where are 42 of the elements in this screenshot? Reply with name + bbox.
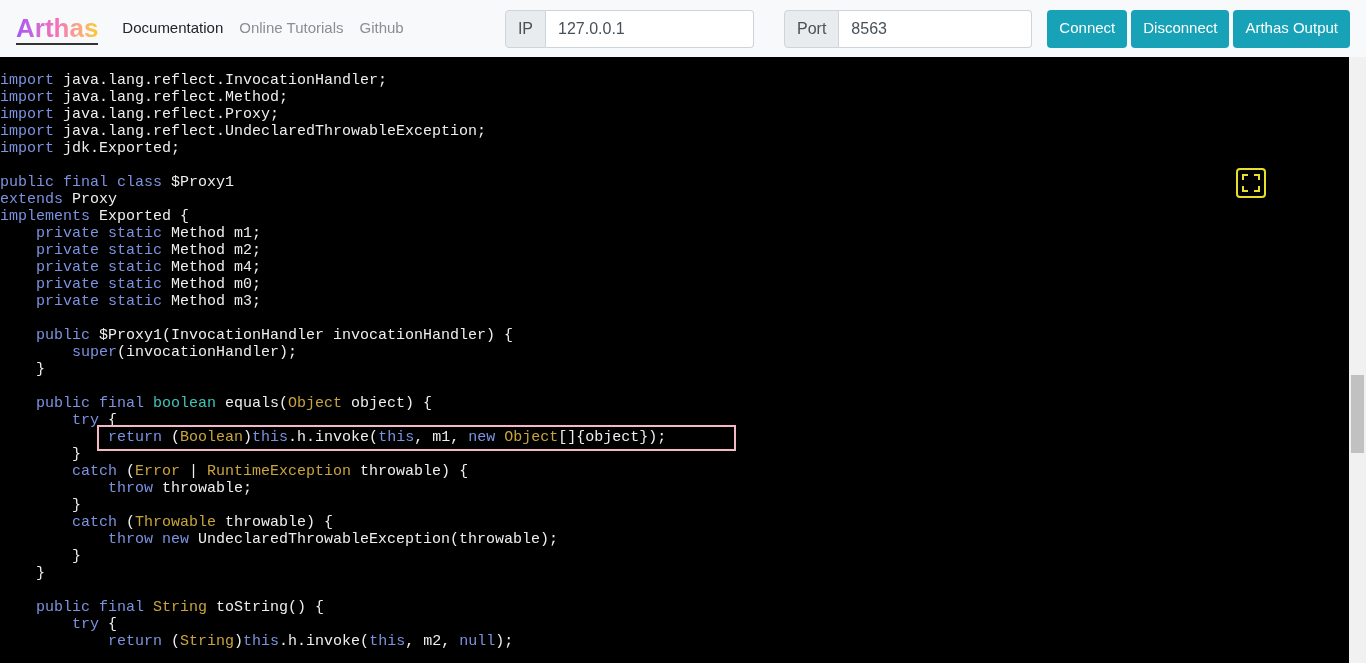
- code-line: private static Method m2;: [36, 242, 262, 259]
- code-line: }: [72, 497, 82, 514]
- port-label: Port: [784, 9, 840, 48]
- code-line: public final class $Proxy1: [0, 174, 235, 191]
- code-line: private static Method m3;: [36, 293, 262, 310]
- nav-link[interactable]: Documentation: [122, 17, 224, 40]
- code-line: import jdk.Exported;: [0, 140, 181, 157]
- toolbar-button[interactable]: Connect: [1047, 9, 1128, 48]
- code-line: public $Proxy1(InvocationHandler invocationHandler) {: [36, 327, 514, 344]
- ip-label: IP: [504, 9, 546, 48]
- code-line: import java.lang.reflect.UndeclaredThrowableException;: [0, 123, 487, 140]
- nav-link[interactable]: Github: [359, 17, 404, 40]
- code-line: import java.lang.reflect.InvocationHandler;: [0, 72, 388, 89]
- code-line: super(invocationHandler);: [72, 344, 298, 361]
- code-line: throw new UndeclaredThrowableException(throwable);: [108, 531, 559, 548]
- code-line: private static Method m1;: [36, 225, 262, 242]
- code-line: catch (Throwable throwable) {: [72, 514, 334, 531]
- code-line: }: [72, 548, 82, 565]
- scrollbar-thumb[interactable]: [1351, 375, 1364, 453]
- code-line: private static Method m4;: [36, 259, 262, 276]
- code-line: try {: [72, 616, 118, 633]
- scrollbar[interactable]: [1349, 57, 1366, 663]
- code-line: return (String)this.h.invoke(this, m2, null);: [108, 633, 514, 650]
- code-line: public final boolean equals(Object object) {: [36, 395, 433, 412]
- code-line: }: [36, 361, 46, 378]
- code-line: import java.lang.reflect.Proxy;: [0, 106, 280, 123]
- code-line: throw throwable;: [108, 480, 253, 497]
- ip-field[interactable]: 127.0.0.1: [546, 9, 754, 48]
- code-line: }: [72, 446, 82, 463]
- nav-link[interactable]: Online Tutorials: [239, 17, 344, 40]
- code-line: return (Boolean)this.h.invoke(this, m1, new Object[]{object});: [108, 429, 667, 446]
- code-line: implements Exported {: [0, 208, 190, 225]
- fullscreen-icon[interactable]: [1236, 168, 1266, 198]
- code-line: }: [36, 565, 46, 582]
- code-line: import java.lang.reflect.Method;: [0, 89, 289, 106]
- code-line: private static Method m0;: [36, 276, 262, 293]
- toolbar-button[interactable]: Disconnect: [1131, 9, 1230, 48]
- code-line: extends Proxy: [0, 191, 118, 208]
- code-line: public final String toString() {: [36, 599, 325, 616]
- code-line: catch (Error | RuntimeException throwable) {: [72, 463, 469, 480]
- port-field[interactable]: 8563: [839, 9, 1033, 48]
- toolbar-button[interactable]: Arthas Output: [1233, 9, 1350, 48]
